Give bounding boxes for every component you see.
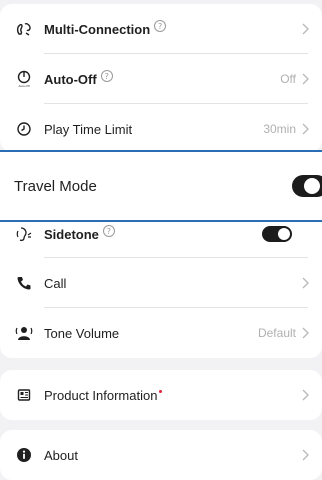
chevron-right-icon: [300, 326, 310, 340]
auto-off-icon: Auto-Off: [14, 69, 34, 89]
row-auto-off-label: Auto-Off: [44, 71, 97, 87]
help-icon[interactable]: ?: [100, 70, 113, 82]
play-time-clock-icon: [14, 119, 34, 139]
row-about[interactable]: About: [0, 430, 322, 480]
row-play-time-limit-label: Play Time Limit: [44, 121, 133, 137]
row-auto-off[interactable]: Auto-Off Auto-Off ? Off: [0, 54, 322, 104]
settings-card-audio: Sidetone ? Call Tone Volume Default: [0, 210, 322, 358]
row-about-label: About: [44, 447, 78, 463]
chevron-right-icon: [300, 72, 310, 86]
row-play-time-limit-value: 30min: [263, 122, 296, 136]
settings-card-connection: Multi-Connection ? Auto-Off Auto-Off ? O…: [0, 4, 322, 152]
product-info-icon: [14, 385, 34, 405]
row-auto-off-value: Off: [280, 72, 296, 86]
travel-mode-toggle[interactable]: [292, 175, 322, 197]
row-play-time-limit[interactable]: Play Time Limit 30min: [0, 104, 322, 154]
row-call[interactable]: Call: [0, 258, 322, 308]
chevron-right-icon: [300, 448, 310, 462]
sidetone-icon: [14, 224, 34, 244]
multi-connection-icon: [14, 19, 34, 39]
row-multi-connection[interactable]: Multi-Connection ?: [0, 4, 322, 54]
row-multi-connection-label: Multi-Connection: [44, 21, 151, 37]
new-badge-dot: [159, 389, 163, 393]
help-icon[interactable]: ?: [102, 225, 115, 237]
auto-off-icon-caption: Auto-Off: [18, 84, 30, 88]
chevron-right-icon: [300, 276, 310, 290]
chevron-right-icon: [300, 122, 310, 136]
help-icon[interactable]: ?: [154, 20, 167, 32]
settings-card-about: About: [0, 430, 322, 480]
chevron-right-icon: [300, 22, 310, 36]
row-product-information[interactable]: Product Information: [0, 370, 322, 420]
chevron-right-icon: [300, 388, 310, 402]
row-tone-volume-value: Default: [257, 326, 296, 340]
row-tone-volume[interactable]: Tone Volume Default: [0, 308, 322, 358]
travel-mode-label: Travel Mode: [14, 177, 97, 195]
row-sidetone-label: Sidetone: [44, 226, 99, 242]
phone-icon: [14, 273, 34, 293]
tone-volume-icon: [14, 323, 34, 343]
row-tone-volume-label: Tone Volume: [44, 325, 120, 341]
settings-card-product: Product Information: [0, 370, 322, 420]
info-icon: [14, 445, 34, 465]
sidetone-toggle[interactable]: [262, 226, 292, 242]
travel-mode-row[interactable]: Travel Mode: [0, 150, 322, 222]
row-call-label: Call: [44, 275, 67, 291]
row-product-information-label: Product Information: [44, 387, 158, 403]
